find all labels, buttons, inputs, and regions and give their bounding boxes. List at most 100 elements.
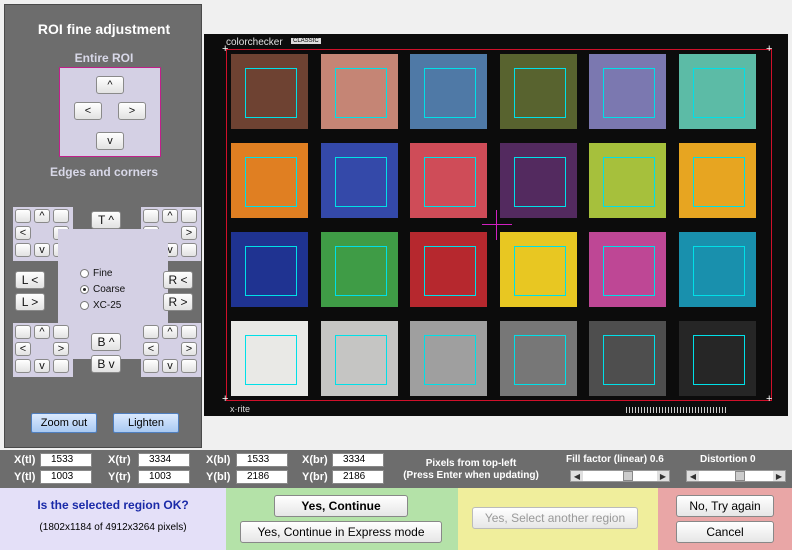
pixels-hint-line1: Pixels from top-left [425,458,517,469]
corner-tr-up-button[interactable]: ^ [162,209,178,223]
corner-tl-blank[interactable] [53,209,69,223]
y-br-label: Y(br) [302,471,328,483]
corner-br-up-button[interactable]: ^ [162,325,178,339]
retry-section: No, Try again Cancel [658,488,792,550]
center-crosshair-icon [496,210,497,240]
roi-corner-tr-marker[interactable]: + [766,44,772,55]
roi-up-button[interactable]: ^ [96,76,124,94]
right-edge-left-button[interactable]: R < [163,271,193,289]
corner-br-blank[interactable] [143,325,159,339]
corner-bl-blank[interactable] [53,325,69,339]
corner-bl-blank[interactable] [15,359,31,373]
corner-br-blank[interactable] [181,325,197,339]
bottom-edge-up-button[interactable]: B ^ [91,333,121,351]
left-edge-right-button[interactable]: L > [15,293,45,311]
yes-continue-button[interactable]: Yes, Continue [274,495,408,517]
roi-corner-tl-marker[interactable]: + [222,44,228,55]
radio-icon [80,269,89,278]
y-br-field[interactable]: 2186 [332,470,384,484]
x-tl-field[interactable]: 1533 [40,453,92,467]
y-bl-label: Y(bl) [206,471,231,483]
y-bl-field[interactable]: 2186 [236,470,288,484]
step-option-fine[interactable]: Fine [80,268,112,279]
corner-tr-blank[interactable] [181,209,197,223]
corner-tl-up-button[interactable]: ^ [34,209,50,223]
roi-left-button[interactable]: < [74,102,102,120]
chart-brand: colorchecker [226,37,283,48]
corner-tl-blank[interactable] [15,209,31,223]
roi-adjustment-panel: ROI fine adjustment Entire ROI ^ < > v E… [4,4,202,448]
corner-bl-up-button[interactable]: ^ [34,325,50,339]
corner-bl-right-button[interactable]: > [53,342,69,356]
xrite-logo: x·rite [230,404,250,414]
barcode-icon [626,407,726,413]
fill-factor-thumb[interactable] [622,471,633,481]
slider-right-arrow-icon[interactable]: ▶ [657,471,669,481]
panel-title: ROI fine adjustment [37,21,171,37]
x-tr-field[interactable]: 3334 [138,453,190,467]
left-edge-left-button[interactable]: L < [15,271,45,289]
y-tr-field[interactable]: 1003 [138,470,190,484]
roi-corner-br-marker[interactable]: + [766,394,772,405]
fill-factor-label: Fill factor (linear) 0.6 [566,454,664,465]
chart-brand-tag: CLASSIC [291,38,321,44]
distortion-slider[interactable]: ◀ ▶ [686,470,786,482]
entire-roi-controls: ^ < > v [59,67,161,157]
corner-br-controls: ^ < > v [141,323,201,377]
select-another-region-button[interactable]: Yes, Select another region [472,507,638,529]
colorchecker-image[interactable]: colorchecker CLASSIC + + + + x·rite [204,34,788,416]
zoom-out-button[interactable]: Zoom out [31,413,97,433]
corner-tr-right-button[interactable]: > [181,226,197,240]
distortion-thumb[interactable] [735,471,746,481]
corner-br-left-button[interactable]: < [143,342,159,356]
x-br-field[interactable]: 3334 [332,453,384,467]
corner-bl-blank[interactable] [15,325,31,339]
corner-br-right-button[interactable]: > [181,342,197,356]
cancel-button[interactable]: Cancel [676,521,774,543]
x-bl-field[interactable]: 1533 [236,453,288,467]
edges-corners-label: Edges and corners [49,165,159,179]
bottom-edge-down-button[interactable]: B v [91,355,121,373]
no-try-again-button[interactable]: No, Try again [676,495,774,517]
y-tl-field[interactable]: 1003 [40,470,92,484]
yes-express-button[interactable]: Yes, Continue in Express mode [240,521,442,543]
roi-corner-bl-marker[interactable]: + [222,394,228,405]
slider-right-arrow-icon[interactable]: ▶ [773,471,785,481]
corner-tl-blank[interactable] [15,243,31,257]
corner-tr-blank[interactable] [181,243,197,257]
corner-br-blank[interactable] [181,359,197,373]
step-option-coarse[interactable]: Coarse [80,284,125,295]
roi-down-button[interactable]: v [96,132,124,150]
corner-br-blank[interactable] [143,359,159,373]
corner-tr-blank[interactable] [143,209,159,223]
pixels-hint-line2: (Press Enter when updating) [403,470,539,481]
corner-bl-blank[interactable] [53,359,69,373]
region-question-section: Is the selected region OK? (1802x1184 of… [0,488,226,550]
region-question: Is the selected region OK? [37,498,189,512]
select-section: Yes, Select another region [458,488,658,550]
x-br-label: X(br) [302,454,328,466]
region-size-info: (1802x1184 of 4912x3264 pixels) [39,522,187,533]
right-edge-right-button[interactable]: R > [163,293,193,311]
step-option-xc25[interactable]: XC-25 [80,300,121,311]
y-tl-label: Y(tl) [14,471,36,483]
roi-selection-rectangle[interactable] [226,49,772,401]
corner-tl-down-button[interactable]: v [34,243,50,257]
slider-left-arrow-icon[interactable]: ◀ [687,471,699,481]
lighten-button[interactable]: Lighten [113,413,179,433]
fill-factor-slider[interactable]: ◀ ▶ [570,470,670,482]
x-tl-label: X(tl) [14,454,36,466]
top-edge-up-button[interactable]: T ^ [91,211,121,229]
step-option-label: Fine [93,268,113,279]
x-bl-label: X(bl) [206,454,231,466]
coordinates-bar: X(tl) 1533 Y(tl) 1003 X(tr) 3334 Y(tr) 1… [0,450,792,488]
corner-bl-down-button[interactable]: v [34,359,50,373]
corner-br-down-button[interactable]: v [162,359,178,373]
entire-roi-label: Entire ROI [74,51,134,65]
corner-bl-left-button[interactable]: < [15,342,31,356]
corner-tl-left-button[interactable]: < [15,226,31,240]
slider-left-arrow-icon[interactable]: ◀ [571,471,583,481]
y-tr-label: Y(tr) [108,471,131,483]
roi-right-button[interactable]: > [118,102,146,120]
radio-icon [80,301,89,310]
